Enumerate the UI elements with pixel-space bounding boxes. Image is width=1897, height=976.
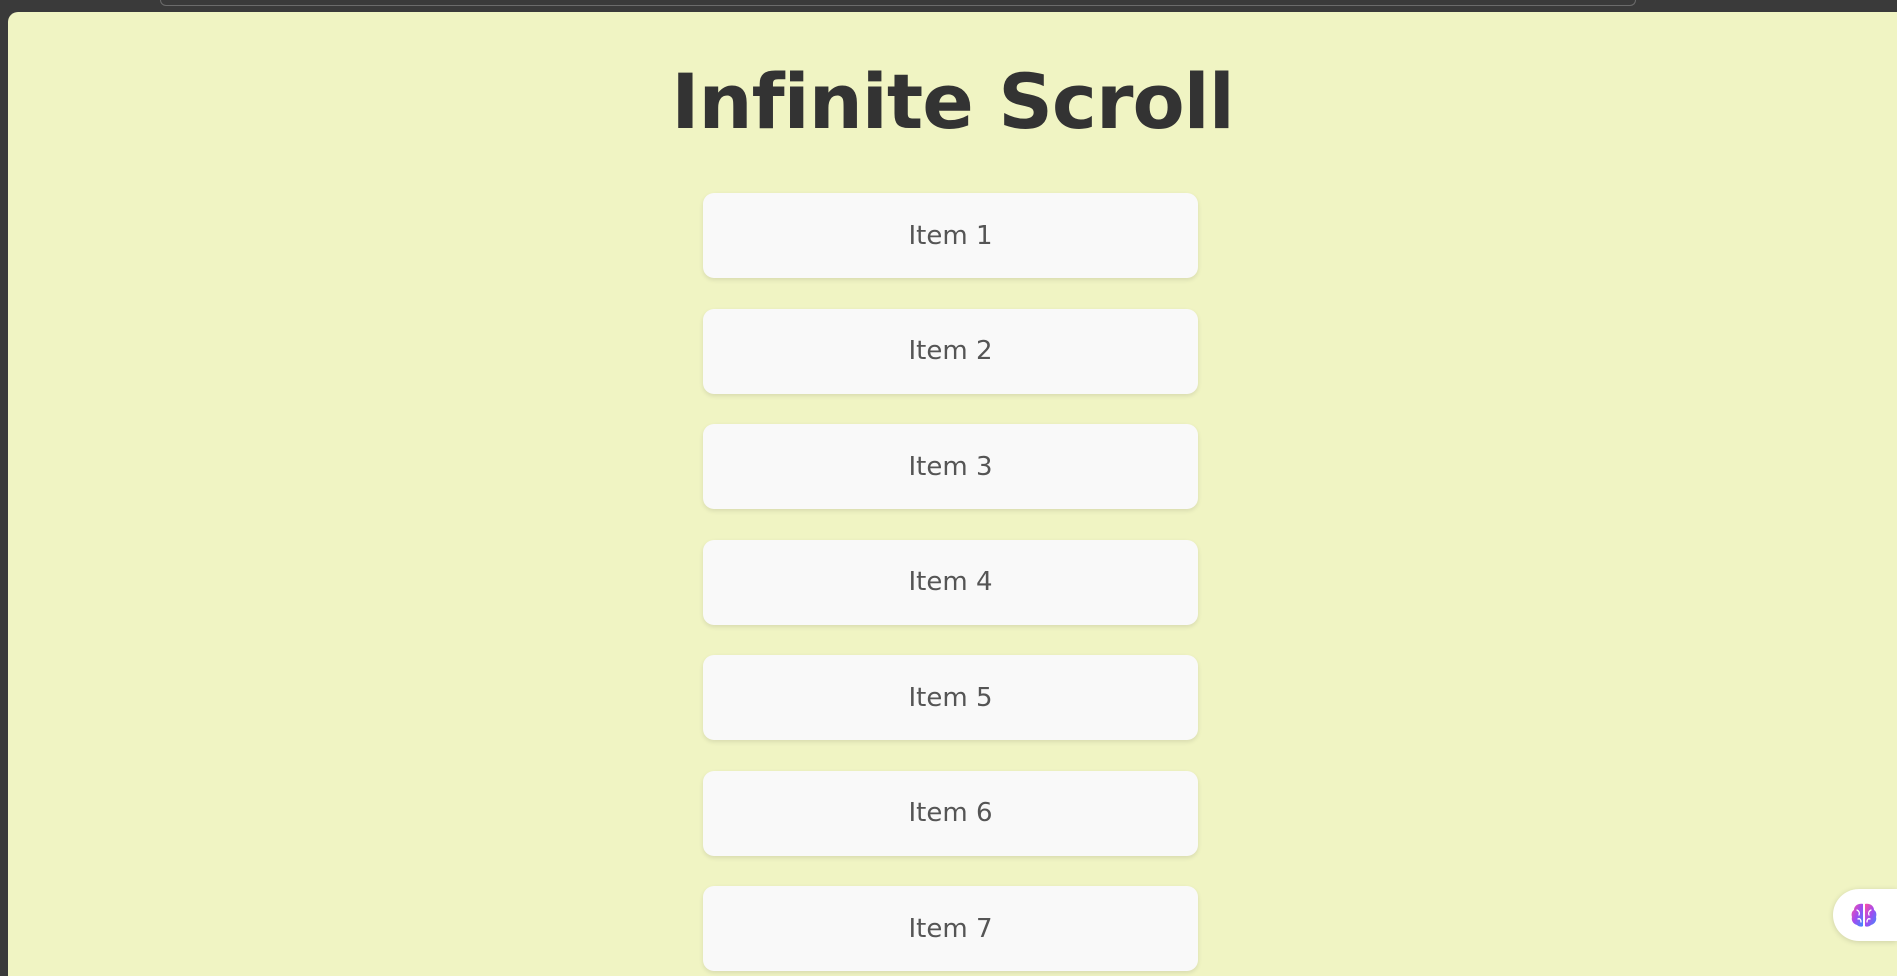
assistant-widget-button[interactable] [1833, 889, 1897, 941]
list-item[interactable]: Item 6 [703, 770, 1198, 856]
list-item-label: Item 5 [908, 682, 993, 713]
list-item[interactable]: Item 3 [703, 424, 1198, 509]
browser-top-edge [160, 0, 1636, 6]
list-item-label: Item 7 [908, 913, 993, 944]
list-item-label: Item 6 [908, 798, 993, 828]
page-viewport[interactable]: Infinite Scroll Item 1 Item 2 Item 3 Ite… [8, 12, 1897, 976]
list-item[interactable]: Item 4 [703, 539, 1198, 625]
item-list[interactable]: Item 1 Item 2 Item 3 Item 4 Item 5 Item … [703, 193, 1198, 976]
list-item-label: Item 3 [908, 451, 993, 482]
brain-icon [1851, 903, 1877, 927]
page-title: Infinite Scroll [671, 57, 1235, 146]
list-item[interactable]: Item 7 [703, 886, 1198, 971]
list-item-label: Item 4 [908, 567, 993, 597]
list-item-label: Item 2 [908, 336, 993, 366]
list-item[interactable]: Item 1 [703, 193, 1198, 278]
list-item-label: Item 1 [908, 220, 993, 251]
list-item[interactable]: Item 5 [703, 655, 1198, 740]
list-item[interactable]: Item 2 [703, 308, 1198, 394]
